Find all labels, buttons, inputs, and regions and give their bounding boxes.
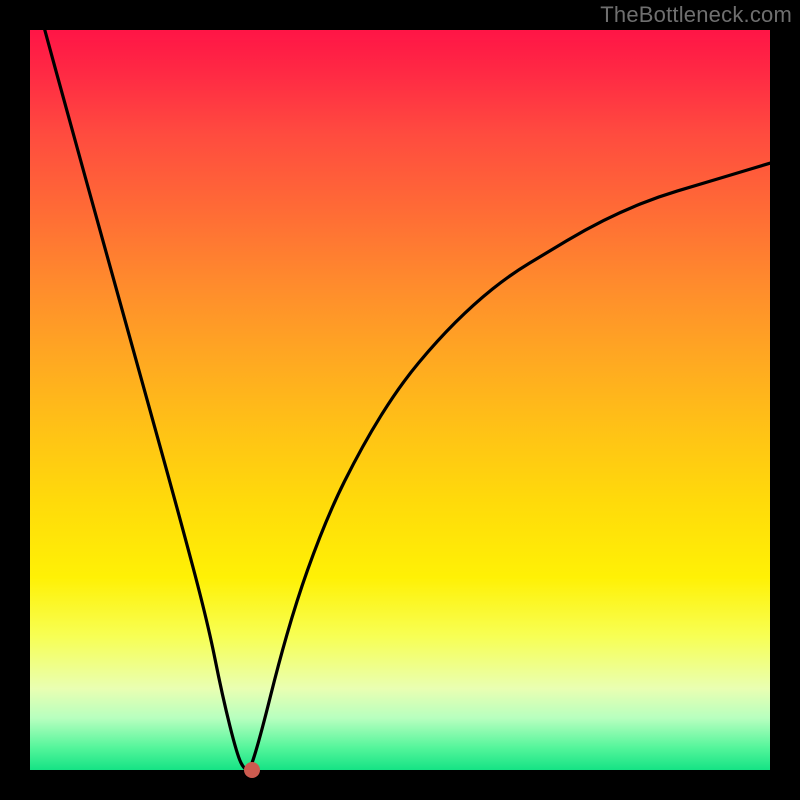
optimum-marker [244, 762, 260, 778]
bottleneck-curve [45, 30, 770, 770]
watermark-text: TheBottleneck.com [600, 2, 792, 28]
chart-frame: TheBottleneck.com [0, 0, 800, 800]
curve-svg [30, 30, 770, 770]
plot-area [30, 30, 770, 770]
